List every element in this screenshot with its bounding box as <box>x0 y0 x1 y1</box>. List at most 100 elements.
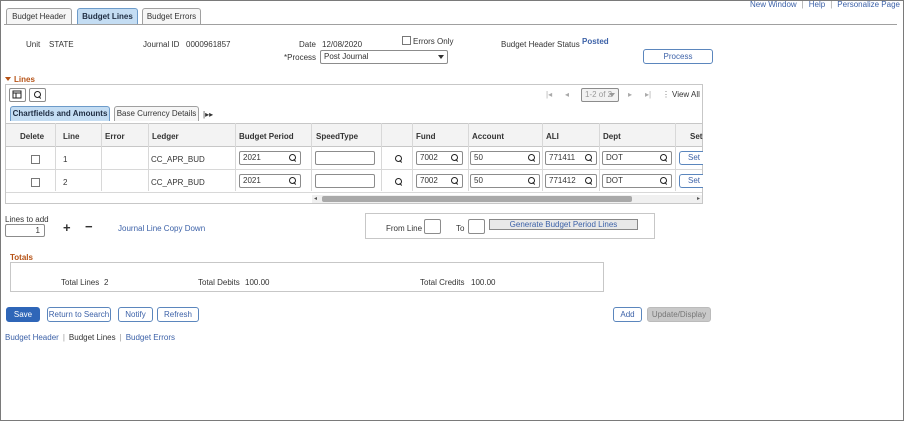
col-dept: Dept <box>603 132 621 141</box>
journal-id-value: 0000961857 <box>186 40 231 49</box>
line-number: 2 <box>63 178 68 187</box>
search-icon[interactable] <box>451 154 459 162</box>
table-row: 2 CC_APR_BUD 2021 7002 50 771412 DOT Set <box>6 171 703 193</box>
from-line-label: From Line <box>386 224 423 233</box>
search-icon[interactable] <box>585 177 593 185</box>
scrollbar-thumb[interactable] <box>322 196 632 202</box>
total-lines-value: 2 <box>104 278 109 287</box>
speedtype-input[interactable] <box>315 151 375 165</box>
speedtype-lookup-icon[interactable] <box>395 178 403 186</box>
generate-budget-period-lines-button[interactable]: Generate Budget Period Lines <box>489 219 638 230</box>
process-select-value: Post Journal <box>324 52 369 61</box>
fund-input[interactable]: 7002 <box>416 151 463 165</box>
lines-to-add-input[interactable]: 1 <box>5 224 45 237</box>
search-icon[interactable] <box>451 177 459 185</box>
notify-button[interactable]: Notify <box>118 307 153 322</box>
personalize-page-link[interactable]: Personalize Page <box>837 0 900 9</box>
table-row: 1 CC_APR_BUD 2021 7002 50 771411 DOT Set <box>6 148 703 170</box>
total-credits-value: 100.00 <box>471 278 496 287</box>
delete-checkbox[interactable] <box>31 178 40 187</box>
horizontal-scrollbar[interactable]: ◂ ▸ <box>312 195 702 203</box>
speedtype-input[interactable] <box>315 174 375 188</box>
return-to-search-button[interactable]: Return to Search <box>47 307 111 322</box>
journal-id-label: Journal ID <box>143 40 180 49</box>
journal-line-copy-down-link[interactable]: Journal Line Copy Down <box>118 224 205 233</box>
search-icon <box>34 91 42 99</box>
col-budget-period: Budget Period <box>239 132 294 141</box>
delete-checkbox[interactable] <box>31 155 40 164</box>
update-display-button: Update/Display <box>647 307 711 322</box>
ali-input[interactable]: 771411 <box>545 151 597 165</box>
total-debits-value: 100.00 <box>245 278 270 287</box>
ali-value: 771412 <box>549 176 576 185</box>
process-button[interactable]: Process <box>643 49 713 64</box>
personalize-grid-button[interactable] <box>9 88 26 102</box>
scroll-right-icon[interactable]: ▸ <box>697 195 700 202</box>
to-line-input[interactable] <box>468 219 485 234</box>
add-button[interactable]: Add <box>613 307 642 322</box>
fund-input[interactable]: 7002 <box>416 174 463 188</box>
help-link[interactable]: Help <box>809 0 825 9</box>
search-icon[interactable] <box>660 177 668 185</box>
line-number: 1 <box>63 155 68 164</box>
search-icon[interactable] <box>585 154 593 162</box>
search-icon[interactable] <box>528 177 536 185</box>
totals-box <box>10 262 604 292</box>
fund-value: 7002 <box>420 153 438 162</box>
next-page-icon[interactable]: ▸ <box>628 90 632 99</box>
find-in-grid-button[interactable] <box>29 88 46 102</box>
tab-base-currency-details[interactable]: Base Currency Details <box>114 106 199 121</box>
ali-input[interactable]: 771412 <box>545 174 597 188</box>
search-icon[interactable] <box>660 154 668 162</box>
lines-to-add-label: Lines to add <box>5 215 49 224</box>
budget-period-input[interactable]: 2021 <box>239 151 301 165</box>
scroll-left-icon[interactable]: ◂ <box>314 195 317 202</box>
account-input[interactable]: 50 <box>470 174 540 188</box>
col-ali: ALI <box>546 132 559 141</box>
search-icon[interactable] <box>528 154 536 162</box>
lines-section-header[interactable]: Lines <box>5 75 35 84</box>
delete-row-icon[interactable]: − <box>85 219 93 234</box>
set-button[interactable]: Set <box>679 151 703 165</box>
tab-chartfields-and-amounts[interactable]: Chartfields and Amounts <box>10 106 110 121</box>
search-icon[interactable] <box>289 154 297 162</box>
pagination-select[interactable]: 1-2 of 2 <box>581 88 619 102</box>
from-line-input[interactable] <box>424 219 441 234</box>
dept-value: DOT <box>606 176 623 185</box>
bottom-link-budget-header[interactable]: Budget Header <box>5 333 59 342</box>
new-window-link[interactable]: New Window <box>750 0 797 9</box>
tab-budget-errors[interactable]: Budget Errors <box>142 8 201 25</box>
show-all-columns-icon[interactable]: |▸▸ <box>203 110 213 119</box>
lines-title: Lines <box>14 75 35 84</box>
ali-value: 771411 <box>549 153 576 162</box>
set-button[interactable]: Set <box>679 174 703 188</box>
dept-input[interactable]: DOT <box>602 174 672 188</box>
save-button[interactable]: Save <box>6 307 40 322</box>
bottom-link-budget-errors[interactable]: Budget Errors <box>126 333 175 342</box>
account-input[interactable]: 50 <box>470 151 540 165</box>
add-row-icon[interactable]: + <box>63 220 71 235</box>
errors-only-label: Errors Only <box>413 37 454 46</box>
first-page-icon[interactable]: |◂ <box>546 90 552 99</box>
speedtype-lookup-icon[interactable] <box>395 155 403 163</box>
page-frame <box>0 0 904 421</box>
search-icon[interactable] <box>289 177 297 185</box>
refresh-button[interactable]: Refresh <box>157 307 199 322</box>
menu-dots-icon: ⋮ <box>662 90 670 99</box>
bottom-page-links: Budget Header | Budget Lines | Budget Er… <box>5 333 176 342</box>
grid-settings-icon <box>12 90 22 99</box>
date-value: 12/08/2020 <box>322 40 363 49</box>
errors-only-checkbox[interactable] <box>402 36 411 45</box>
process-select[interactable]: Post Journal <box>320 50 448 64</box>
dept-value: DOT <box>606 153 623 162</box>
last-page-icon[interactable]: ▸| <box>645 90 651 99</box>
view-all-link[interactable]: View All <box>672 90 700 99</box>
previous-page-icon[interactable]: ◂ <box>565 90 569 99</box>
process-label: *Process <box>284 53 317 62</box>
budget-period-input[interactable]: 2021 <box>239 174 301 188</box>
chevron-down-icon <box>609 93 615 97</box>
dept-input[interactable]: DOT <box>602 151 672 165</box>
tab-budget-header[interactable]: Budget Header <box>6 8 72 25</box>
totals-title: Totals <box>10 253 33 262</box>
tab-budget-lines[interactable]: Budget Lines <box>77 8 138 25</box>
